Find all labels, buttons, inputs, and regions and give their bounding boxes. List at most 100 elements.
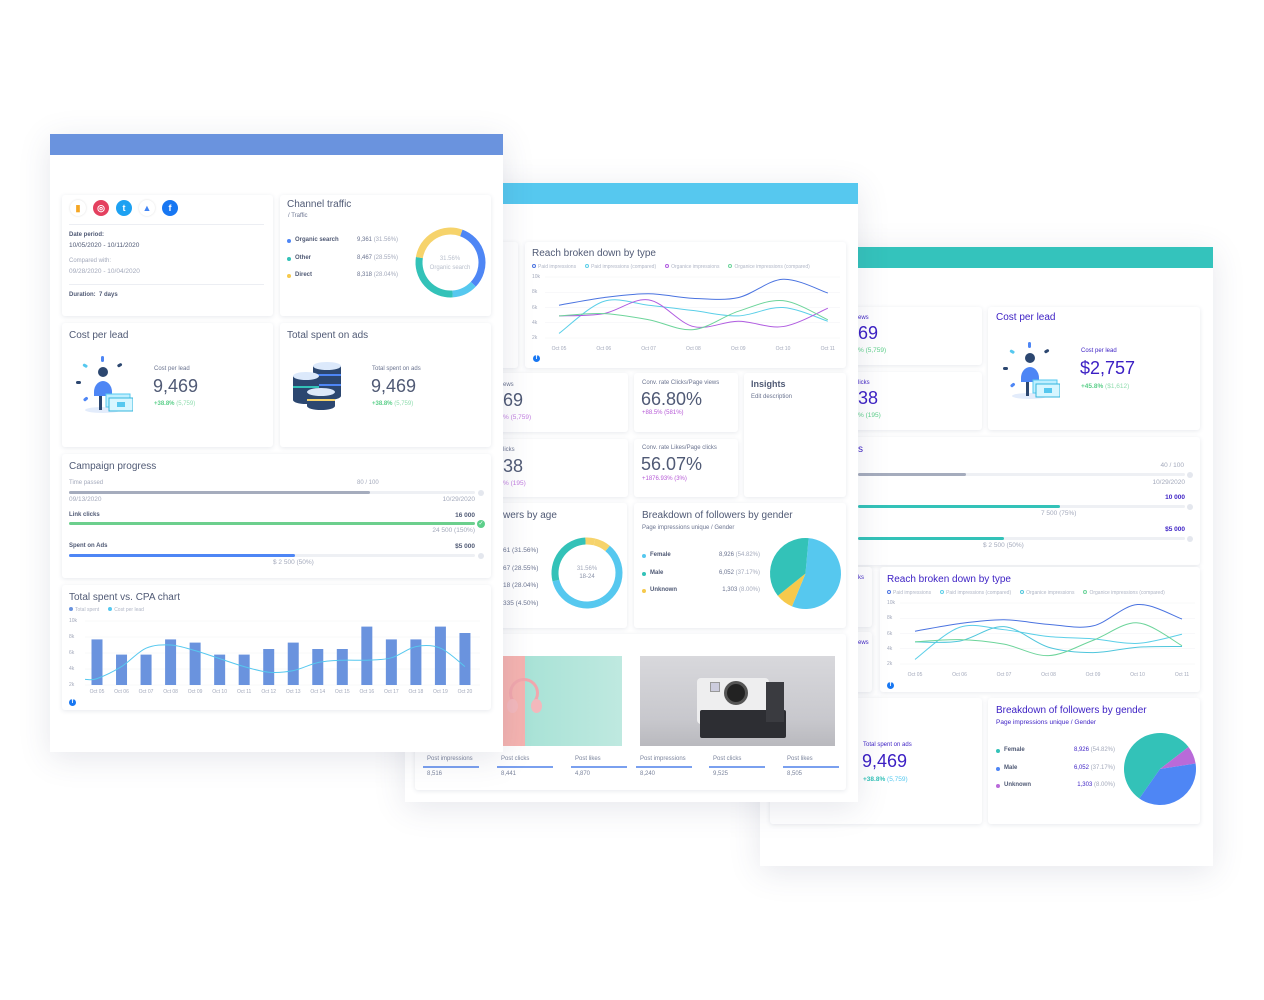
end-date: 10/29/2020 — [442, 496, 475, 503]
bar — [116, 654, 128, 685]
legend-label: Direct — [295, 272, 313, 278]
x-tick-label: Oct 19 — [433, 689, 448, 695]
kpi-label: Total spent on ads — [372, 366, 421, 372]
facebook-icon: f — [162, 200, 178, 216]
compared-period: 09/28/2020 - 10/04/2020 — [69, 268, 140, 275]
kpi-delta: +38.8% (5,759) — [154, 401, 196, 407]
card-title: Total spent vs. CPA chart — [69, 592, 180, 603]
bar — [238, 654, 250, 685]
legend-label: Other — [295, 254, 312, 261]
legend-value: 8,318 (28.04%) — [357, 272, 399, 278]
legend-label: Total spent — [75, 607, 100, 613]
chart-legend: Total spent Cost per lead — [69, 607, 144, 613]
ads-label: Spent on Ads — [69, 543, 108, 549]
check-icon: ✓ — [477, 520, 485, 528]
bar — [287, 642, 299, 685]
y-tick-label: 2k — [69, 682, 75, 688]
clicks-progress-bar — [69, 522, 475, 525]
card-subtitle: / Traffic — [288, 213, 308, 219]
x-tick-label: Oct 09 — [187, 689, 203, 695]
date-period-label: Date period: — [69, 232, 105, 238]
time-progress-bar — [69, 491, 370, 494]
card-title: Cost per lead — [69, 330, 129, 341]
ads-actual: $ 2 500 (50%) — [273, 559, 314, 566]
kpi-label: Cost per lead — [154, 366, 190, 372]
time-label: Time passed — [69, 480, 104, 486]
instagram-icon: ◎ — [93, 200, 109, 216]
card-title: Channel traffic — [287, 199, 352, 210]
donut-slice — [452, 281, 476, 298]
legend-label: Cost per lead — [114, 607, 144, 613]
x-tick-label: Oct 20 — [457, 689, 473, 695]
legend-marker — [69, 607, 73, 611]
kpi-delta: +38.8% (5,759) — [372, 401, 414, 407]
x-tick-label: Oct 08 — [163, 689, 178, 695]
donut-slice — [415, 256, 453, 298]
google-ads-icon: ▲ — [139, 200, 155, 216]
bar — [361, 626, 373, 685]
donut-slice — [415, 227, 463, 259]
y-tick-label: 4k — [69, 666, 75, 672]
date-period: 10/05/2020 - 10/11/2020 — [69, 242, 140, 249]
bar — [434, 626, 446, 685]
legend-label: Organic search — [295, 237, 339, 243]
coins-illustration — [291, 362, 351, 412]
x-tick-label: Oct 17 — [383, 689, 399, 695]
legend-marker — [108, 607, 113, 611]
x-tick-label: Oct 05 — [89, 689, 105, 695]
compared-label: Compared with: — [69, 258, 112, 264]
card-title: Campaign progress — [69, 461, 157, 472]
legend-item[interactable]: Total spent — [69, 607, 99, 613]
report-front-content: ▮ ◎ t ▲ f Date period: 10/05/2020 - 10/1… — [0, 0, 1264, 1000]
channel-donut-chart — [415, 227, 486, 298]
kpi-value: 9,469 — [153, 376, 199, 396]
bar — [459, 633, 471, 685]
x-tick-label: Oct 07 — [138, 689, 154, 695]
facebook-icon: f — [69, 699, 76, 706]
time-value: 80 / 100 — [357, 480, 379, 486]
legend-dot — [287, 256, 291, 261]
x-tick-label: Oct 10 — [212, 689, 227, 695]
legend-dot — [287, 274, 291, 278]
bar — [336, 649, 348, 685]
kpi-value: 9,469 — [371, 376, 417, 396]
y-tick-label: 8k — [69, 634, 75, 640]
x-tick-label: Oct 16 — [359, 689, 375, 695]
clicks-label: Link clicks — [69, 512, 100, 518]
duration: Duration: 7 days — [69, 292, 118, 298]
legend-item[interactable]: Cost per lead — [108, 607, 144, 613]
y-tick-label: 6k — [69, 650, 75, 656]
x-tick-label: Oct 06 — [114, 689, 129, 695]
x-tick-label: Oct 18 — [408, 689, 424, 695]
clicks-actual: 24 500 (150%) — [432, 527, 475, 534]
x-tick-label: Oct 14 — [310, 689, 326, 695]
twitter-icon: t — [116, 200, 132, 216]
bar — [312, 649, 324, 685]
status-icon — [478, 490, 484, 496]
donut-center-label: Organic search — [429, 265, 471, 271]
status-icon — [478, 553, 484, 559]
divider — [69, 284, 264, 285]
x-tick-label: Oct 15 — [334, 689, 350, 695]
legend-value: 9,361 (31.56%) — [357, 237, 399, 243]
bar — [140, 654, 152, 685]
legend-dot — [287, 239, 291, 243]
bar — [385, 639, 397, 685]
ads-progress-bar — [69, 554, 295, 557]
card-title: Total spent on ads — [287, 330, 369, 341]
analytics-icon: ▮ — [70, 200, 86, 216]
clicks-goal: 16 000 — [455, 512, 475, 519]
bar — [165, 639, 177, 685]
bar — [214, 654, 226, 685]
donut-center-pct: 31.56% — [439, 256, 461, 262]
y-tick-label: 10k — [69, 618, 78, 624]
x-tick-label: Oct 11 — [236, 689, 252, 695]
x-tick-label: Oct 12 — [261, 689, 277, 695]
legend-value: 8,467 (28.55%) — [357, 254, 399, 261]
divider — [69, 224, 264, 225]
person-money-illustration — [73, 356, 133, 416]
spent-vs-cpa-chart — [84, 620, 480, 686]
bar — [263, 649, 275, 685]
bar — [189, 642, 201, 685]
x-tick-label: Oct 13 — [285, 689, 301, 695]
